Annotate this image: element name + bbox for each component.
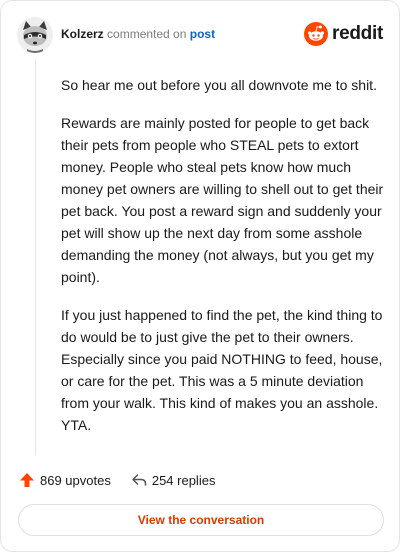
comment-body: So hear me out before you all downvote m… bbox=[61, 74, 385, 452]
reply-arrow-icon bbox=[132, 474, 147, 486]
upvote-arrow-icon bbox=[20, 473, 34, 487]
avatar[interactable] bbox=[17, 17, 53, 53]
upvotes-stat[interactable]: 869 upvotes bbox=[19, 472, 111, 488]
comment-paragraph: So hear me out before you all downvote m… bbox=[61, 77, 377, 93]
logo-word: reddit bbox=[332, 23, 383, 44]
comment-meta: Kolzerz commented on post bbox=[61, 26, 215, 42]
reddit-logo-icon bbox=[304, 22, 329, 46]
replies-stat[interactable]: 254 replies bbox=[131, 472, 216, 488]
view-conversation-button[interactable]: View the conversation bbox=[18, 504, 384, 536]
comment-paragraph: If you just happened to find the pet, th… bbox=[61, 307, 383, 433]
reddit-logo[interactable]: reddit bbox=[304, 21, 383, 47]
upvotes-count: 869 upvotes bbox=[40, 472, 111, 488]
comment-paragraph: Rewards are mainly posted for people to … bbox=[61, 115, 384, 285]
author-name[interactable]: Kolzerz bbox=[61, 27, 104, 41]
thread-line bbox=[35, 59, 36, 455]
replies-count: 254 replies bbox=[151, 472, 216, 488]
post-link[interactable]: post bbox=[190, 27, 215, 41]
comment-header: Kolzerz commented on post reddit bbox=[17, 15, 383, 55]
action-text: commented on bbox=[107, 27, 187, 41]
comment-card: Kolzerz commented on post reddit So hear… bbox=[0, 0, 400, 552]
comment-stats: 869 upvotes 254 replies bbox=[19, 471, 215, 489]
